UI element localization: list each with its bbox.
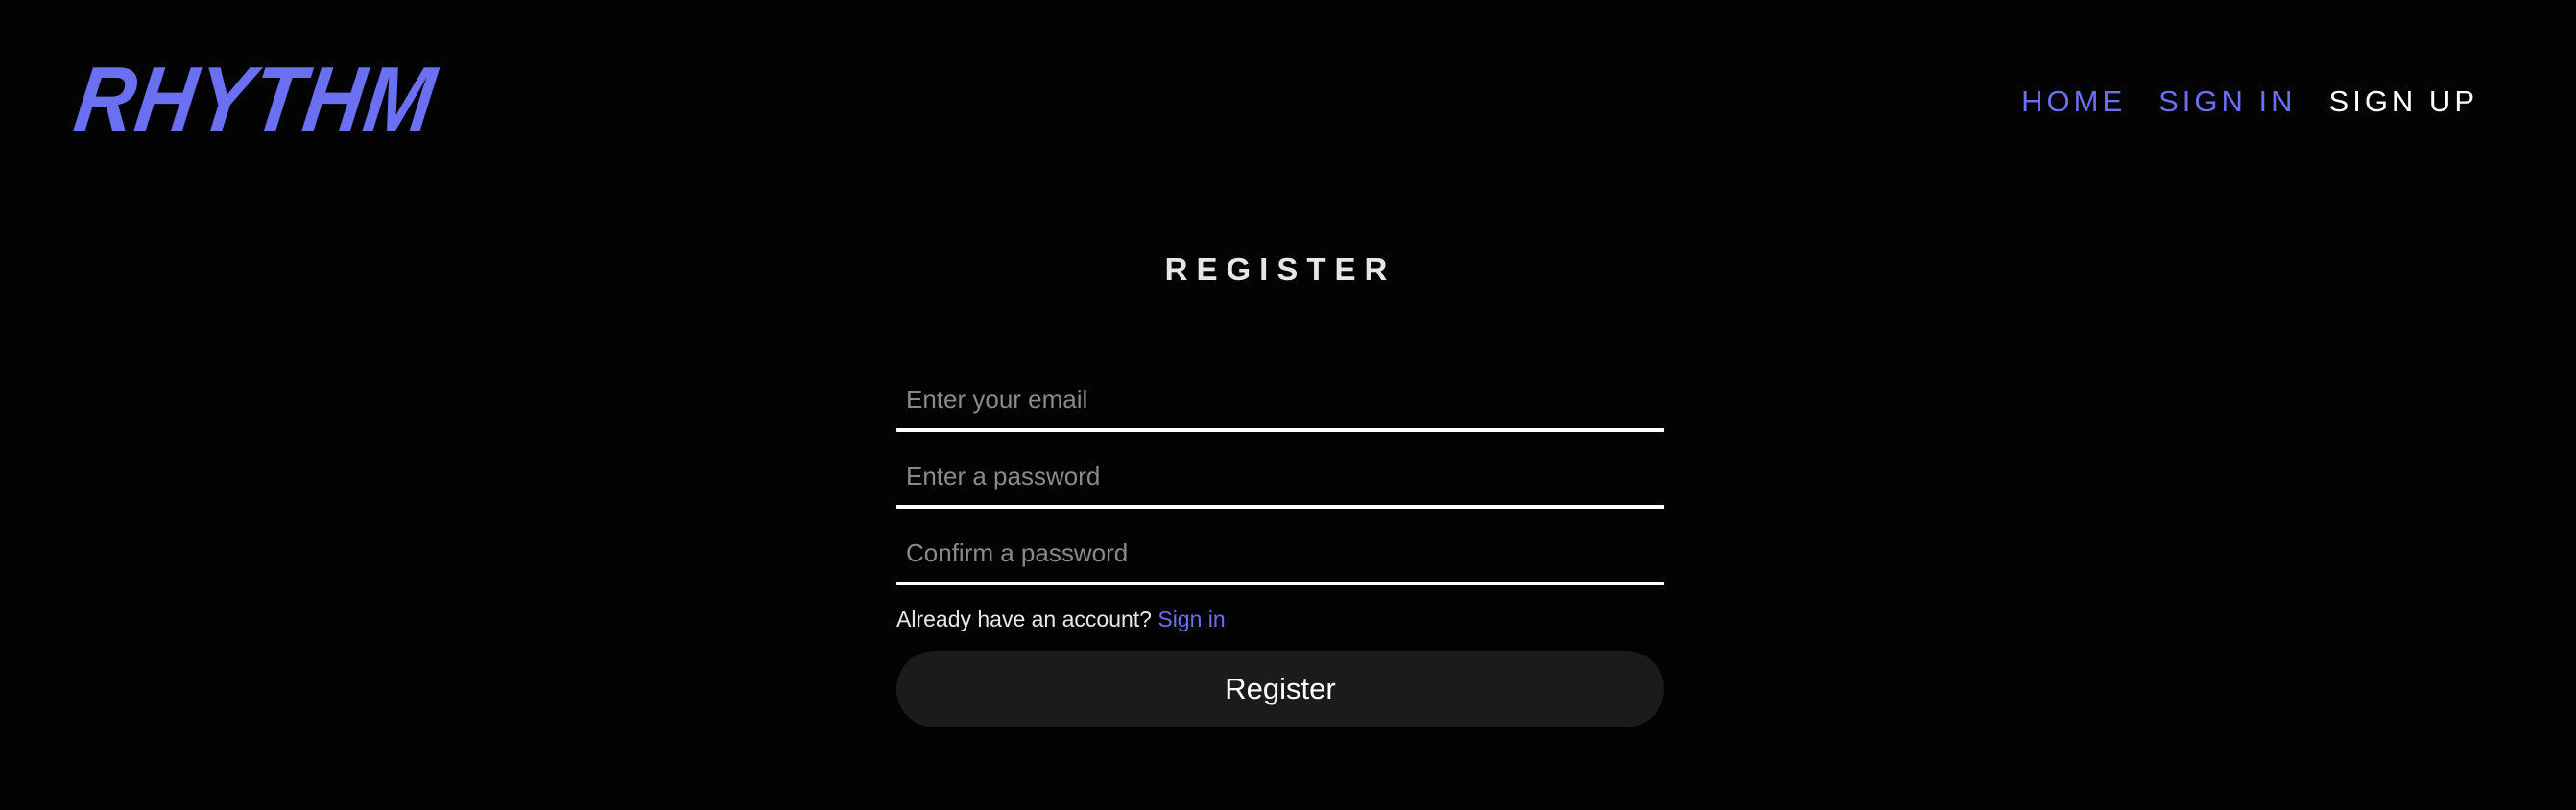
confirm-password-field-wrapper (896, 528, 1664, 585)
password-field-wrapper (896, 451, 1664, 509)
sign-in-link[interactable]: Sign in (1157, 607, 1225, 631)
nav-bar: HOME SIGN IN SIGN UP (2021, 84, 2478, 119)
logo[interactable]: RHYTHM (69, 48, 442, 152)
nav-sign-up-link[interactable]: SIGN UP (2329, 84, 2478, 119)
already-have-account-text: Already have an account? (896, 607, 1152, 631)
nav-home-link[interactable]: HOME (2021, 84, 2126, 119)
already-have-account: Already have an account? Sign in (896, 605, 1664, 633)
confirm-password-field[interactable] (896, 528, 1664, 578)
email-field[interactable] (896, 374, 1664, 424)
email-field-wrapper (896, 374, 1664, 432)
register-button[interactable]: Register (896, 651, 1664, 727)
header: RHYTHM HOME SIGN IN SIGN UP (0, 0, 2576, 192)
register-page: RHYTHM HOME SIGN IN SIGN UP REGISTER Alr… (0, 0, 2576, 810)
password-field[interactable] (896, 451, 1664, 501)
page-title: REGISTER (1164, 251, 1396, 287)
register-form: Already have an account? Sign in Registe… (896, 374, 1664, 727)
nav-sign-in-link[interactable]: SIGN IN (2159, 84, 2296, 119)
